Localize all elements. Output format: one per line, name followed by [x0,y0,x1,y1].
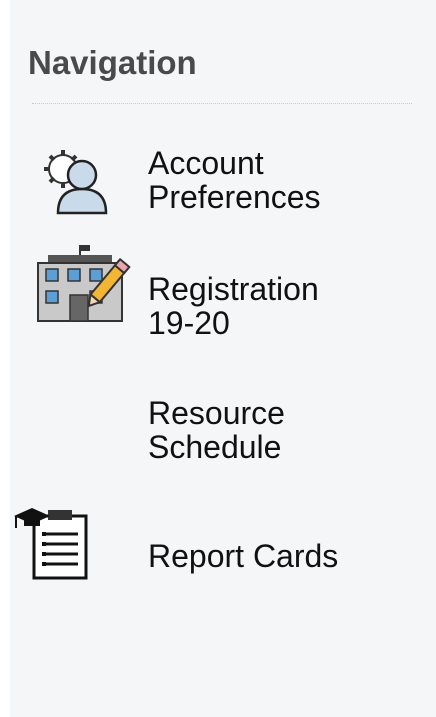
nav-item-registration[interactable]: Registration 19-20 [10,243,410,339]
nav-label-resource: Resource [148,395,285,431]
nav-label-schedule: Schedule [148,429,282,465]
nav-label-account: Account [148,145,264,181]
nav-label-report-cards: Report Cards [148,538,339,574]
navigation-title: Navigation [28,44,197,81]
nav-label-registration: Registration [148,271,319,307]
navigation-panel: Navigation Account Preferences Registrat… [10,0,436,717]
registration-icon [37,245,131,322]
nav-label-preferences: Preferences [148,179,321,215]
nav-item-account-preferences[interactable]: Account Preferences [10,145,410,215]
nav-item-resource-schedule[interactable]: Resource Schedule [10,397,410,467]
navigation-divider [32,103,412,104]
nav-label-year: 19-20 [148,305,230,341]
account-preferences-icon [44,150,108,215]
report-cards-icon [14,508,88,580]
nav-item-report-cards[interactable]: Report Cards [10,502,410,582]
